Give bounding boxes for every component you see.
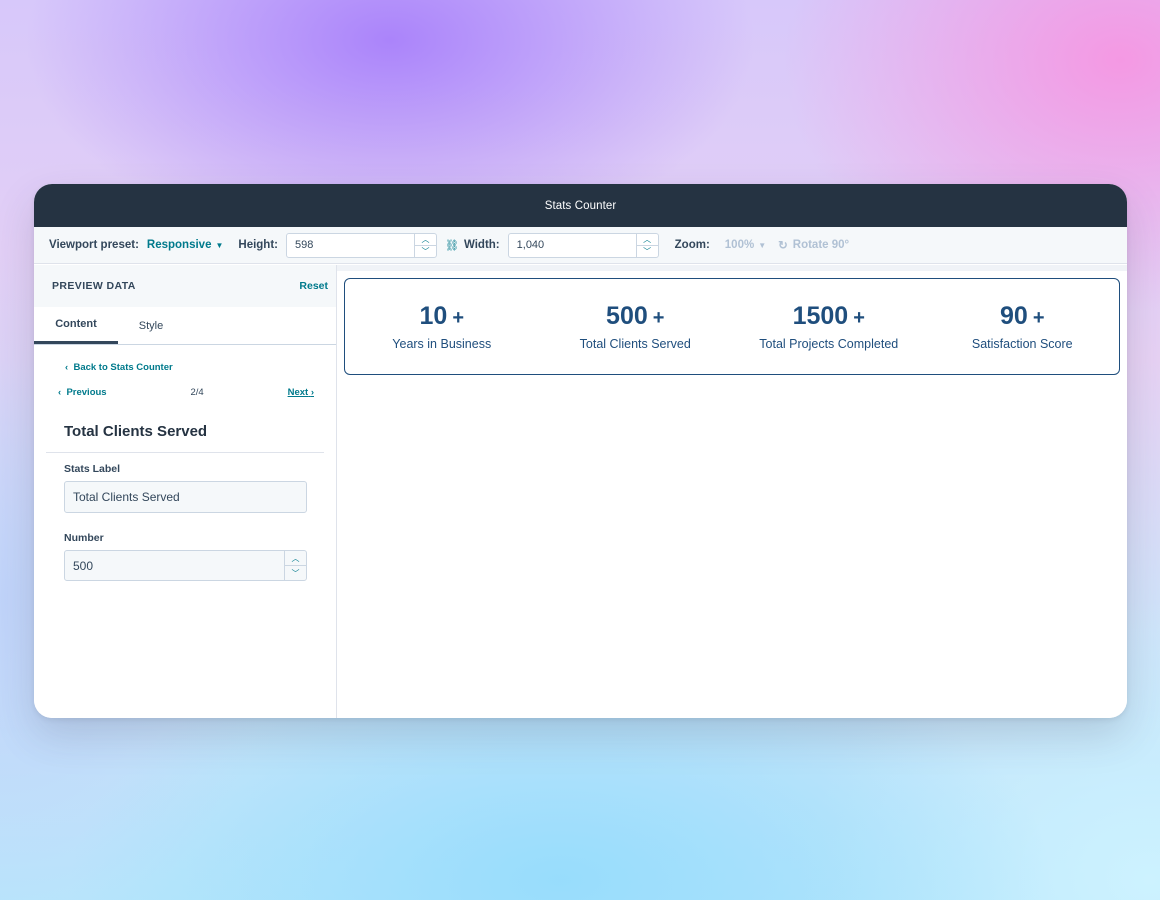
stats-label-input[interactable]: Total Clients Served [64, 481, 307, 513]
rotate-button[interactable]: ↻ Rotate 90° [778, 238, 849, 252]
number-value: 500 [73, 558, 94, 573]
stat-number: 10 [419, 302, 448, 330]
reset-button[interactable]: Reset [299, 280, 328, 292]
preview-data-panel: PREVIEW DATA Reset Content Style ‹ Back … [34, 265, 337, 718]
height-stepper: ︿ ﹀ [414, 233, 436, 257]
chevron-right-icon: › [310, 387, 314, 398]
stat-number: 500 [606, 302, 648, 330]
window-title: Stats Counter [544, 199, 617, 212]
number-stepper: ︿ ﹀ [284, 551, 306, 580]
item-pager: ‹ Previous 2/4 Next › [58, 387, 314, 398]
rotate-label: Rotate 90° [792, 239, 850, 251]
chevron-up-icon[interactable]: ︿ [415, 234, 436, 245]
preview-top-strip [337, 265, 1127, 271]
toolbar: Viewport preset: Responsive ▼ Height: 59… [34, 227, 1127, 264]
panel-tabs: Content Style [34, 307, 336, 345]
stat-number: 90 [1000, 302, 1028, 330]
stat-number: 1500 [792, 302, 849, 330]
chevron-down-icon[interactable]: ﹀ [285, 565, 306, 580]
zoom-dropdown[interactable]: 100% ▼ [725, 239, 766, 251]
stat-suffix: + [652, 307, 665, 329]
link-icon[interactable]: ⛓ [445, 239, 459, 252]
number-field-label: Number [64, 532, 104, 544]
width-stepper: ︿ ﹀ [635, 233, 658, 257]
zoom-label: Zoom: [674, 239, 710, 251]
stats-counter-module: 10 + Years in Business 500 + Total Clien… [344, 278, 1120, 375]
item-title: Total Clients Served [64, 423, 208, 440]
previous-button[interactable]: ‹ Previous [58, 387, 107, 398]
stat-suffix: + [1032, 307, 1045, 329]
height-input[interactable]: 598 ︿ ﹀ [286, 232, 437, 258]
panel-header: PREVIEW DATA Reset [34, 265, 336, 307]
width-label: Width: [463, 239, 500, 251]
viewport-preset-dropdown[interactable]: Responsive ▼ [147, 239, 223, 251]
stat-item: 10 + Years in Business [345, 279, 539, 374]
chevron-left-icon: ‹ [58, 387, 62, 398]
height-label: Height: [238, 239, 278, 251]
chevron-up-icon[interactable]: ︿ [637, 234, 658, 245]
viewport-preset-value: Responsive [146, 239, 212, 251]
title-bar: Stats Counter [34, 184, 1127, 227]
divider [46, 452, 324, 453]
panel-title: PREVIEW DATA [52, 280, 136, 292]
stat-item: 90 + Satisfaction Score [926, 279, 1120, 374]
chevron-down-icon[interactable]: ﹀ [636, 244, 658, 257]
back-link[interactable]: ‹ Back to Stats Counter [65, 362, 173, 373]
chevron-left-icon: ‹ [65, 362, 69, 373]
stat-label: Total Clients Served [579, 337, 691, 351]
stat-label: Years in Business [392, 337, 492, 351]
tab-content[interactable]: Content [34, 307, 118, 344]
caret-down-icon: ▼ [215, 240, 224, 250]
zoom-value: 100% [724, 239, 755, 251]
stat-label: Total Projects Completed [759, 337, 899, 351]
preview-canvas: 10 + Years in Business 500 + Total Clien… [337, 265, 1127, 718]
next-label: Next [287, 387, 309, 398]
stat-suffix: + [452, 307, 464, 329]
rotate-icon: ↻ [778, 240, 788, 252]
back-link-label: Back to Stats Counter [73, 362, 173, 373]
stats-label-field-label: Stats Label [64, 463, 121, 475]
width-value: 1,040 [516, 239, 545, 251]
number-input[interactable]: 500 ︿ ﹀ [64, 550, 307, 581]
caret-down-icon: ▼ [758, 240, 767, 250]
height-value: 598 [295, 239, 314, 251]
app-window: Stats Counter Viewport preset: Responsiv… [34, 184, 1127, 718]
stat-label: Satisfaction Score [971, 337, 1073, 351]
next-button[interactable]: Next › [288, 387, 314, 398]
stat-item: 500 + Total Clients Served [539, 279, 733, 374]
chevron-up-icon[interactable]: ︿ [285, 551, 306, 565]
viewport-preset-label: Viewport preset: [49, 239, 139, 251]
stat-suffix: + [853, 307, 865, 329]
tab-style[interactable]: Style [118, 307, 184, 344]
width-input[interactable]: 1,040 ︿ ﹀ [507, 232, 659, 258]
previous-label: Previous [66, 387, 107, 398]
stat-item: 1500 + Total Projects Completed [732, 279, 926, 374]
stats-label-value: Total Clients Served [73, 490, 180, 504]
chevron-down-icon[interactable]: ﹀ [415, 244, 436, 257]
page-count: 2/4 [190, 387, 204, 398]
